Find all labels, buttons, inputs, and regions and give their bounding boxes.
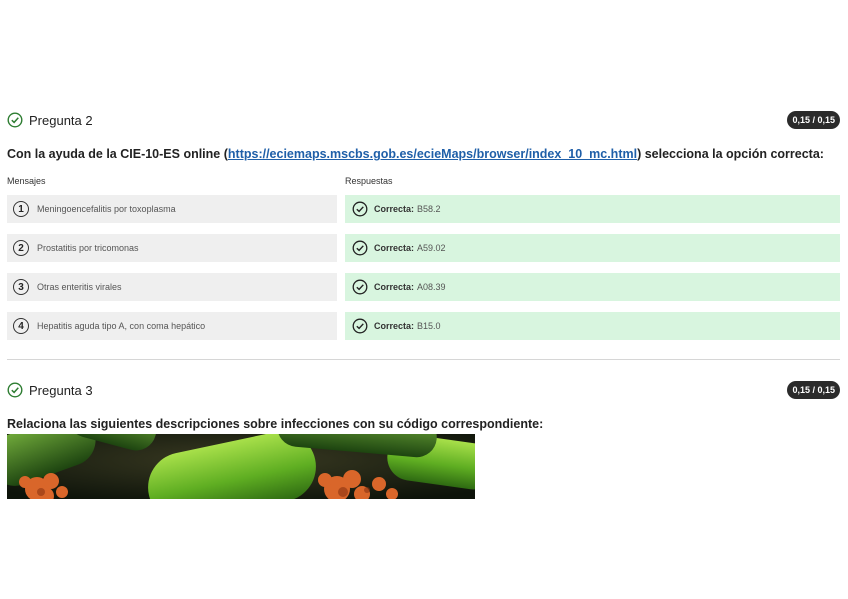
answer-row: Correcta: B58.2 bbox=[345, 195, 840, 223]
message-row: 4 Hepatitis aguda tipo A, con coma hepát… bbox=[7, 312, 337, 340]
answer-label: Correcta: bbox=[374, 204, 415, 214]
check-circle-icon bbox=[352, 318, 368, 334]
message-text: Hepatitis aguda tipo A, con coma hepátic… bbox=[37, 321, 206, 331]
answer-value: B15.0 bbox=[417, 321, 441, 331]
answer-row: Correcta: A59.02 bbox=[345, 234, 840, 262]
question-2-header: Pregunta 2 bbox=[7, 110, 93, 130]
check-circle-icon bbox=[352, 279, 368, 295]
answer-value: B58.2 bbox=[417, 204, 441, 214]
answer-label: Correcta: bbox=[374, 282, 415, 292]
question-divider bbox=[7, 359, 840, 360]
number-badge: 1 bbox=[13, 201, 29, 217]
message-text: Otras enteritis virales bbox=[37, 282, 122, 292]
question-3-score-badge: 0,15 / 0,15 bbox=[787, 381, 840, 399]
check-circle-icon bbox=[352, 201, 368, 217]
message-text: Meningoencefalitis por toxoplasma bbox=[37, 204, 176, 214]
question-3-prompt: Relaciona las siguientes descripciones s… bbox=[7, 417, 544, 431]
message-row: 1 Meningoencefalitis por toxoplasma bbox=[7, 195, 337, 223]
answer-row: Correcta: B15.0 bbox=[345, 312, 840, 340]
message-row: 3 Otras enteritis virales bbox=[7, 273, 337, 301]
check-circle-icon bbox=[7, 382, 23, 398]
check-circle-icon bbox=[352, 240, 368, 256]
answer-value: A59.02 bbox=[417, 243, 446, 253]
messages-column-label: Mensajes bbox=[7, 176, 46, 186]
number-badge: 3 bbox=[13, 279, 29, 295]
question-2-prompt: Con la ayuda de la CIE-10-ES online (htt… bbox=[7, 147, 824, 161]
answer-value: A08.39 bbox=[417, 282, 446, 292]
question-3-header: Pregunta 3 bbox=[7, 380, 93, 400]
prompt-text-after: ) selecciona la opción correcta: bbox=[637, 147, 824, 161]
responses-column-label: Respuestas bbox=[345, 176, 393, 186]
number-badge: 2 bbox=[13, 240, 29, 256]
number-badge: 4 bbox=[13, 318, 29, 334]
answer-label: Correcta: bbox=[374, 321, 415, 331]
question-3-title: Pregunta 3 bbox=[29, 382, 93, 398]
message-text: Prostatitis por tricomonas bbox=[37, 243, 139, 253]
message-row: 2 Prostatitis por tricomonas bbox=[7, 234, 337, 262]
answer-row: Correcta: A08.39 bbox=[345, 273, 840, 301]
bacteria-illustration bbox=[7, 434, 475, 499]
ciemaps-link[interactable]: https://eciemaps.mscbs.gob.es/ecieMaps/b… bbox=[228, 147, 637, 161]
prompt-text-before: Con la ayuda de la CIE-10-ES online ( bbox=[7, 147, 228, 161]
answer-label: Correcta: bbox=[374, 243, 415, 253]
question-2-title: Pregunta 2 bbox=[29, 112, 93, 128]
question-2-score-badge: 0,15 / 0,15 bbox=[787, 111, 840, 129]
check-circle-icon bbox=[7, 112, 23, 128]
